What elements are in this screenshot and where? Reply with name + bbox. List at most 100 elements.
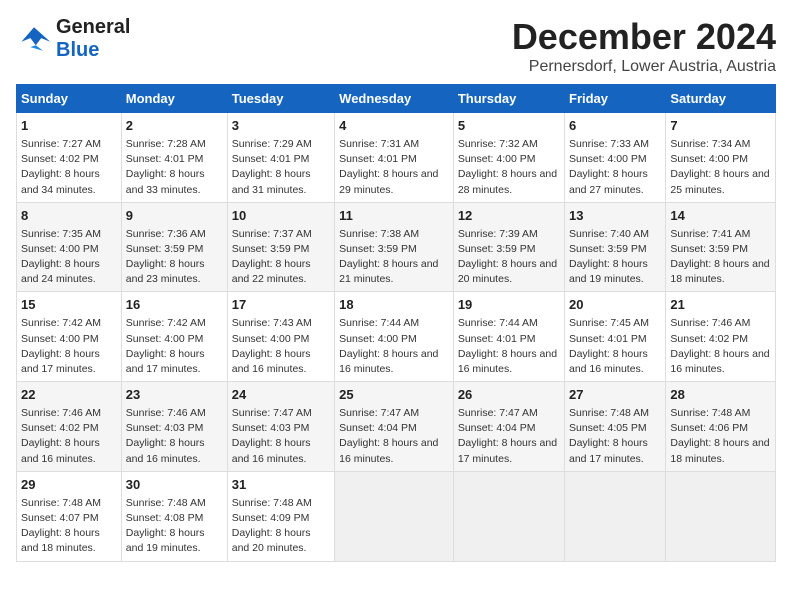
day-number: 30 xyxy=(126,476,223,495)
calendar-cell: 27Sunrise: 7:48 AMSunset: 4:05 PMDayligh… xyxy=(565,382,666,472)
day-info: Sunrise: 7:38 AMSunset: 3:59 PMDaylight:… xyxy=(339,228,438,286)
header-day-monday: Monday xyxy=(121,85,227,113)
day-info: Sunrise: 7:42 AMSunset: 4:00 PMDaylight:… xyxy=(21,317,101,375)
day-info: Sunrise: 7:29 AMSunset: 4:01 PMDaylight:… xyxy=(232,138,312,196)
day-info: Sunrise: 7:34 AMSunset: 4:00 PMDaylight:… xyxy=(670,138,769,196)
calendar-cell: 10Sunrise: 7:37 AMSunset: 3:59 PMDayligh… xyxy=(227,202,334,292)
calendar-cell: 19 Sunrise: 7:44 AMSunset: 4:01 PMDayligh… xyxy=(453,292,564,382)
day-number: 29 xyxy=(21,476,117,495)
calendar-cell: 29 Sunrise: 7:48 AMSunset: 4:07 PMDayligh… xyxy=(17,471,122,561)
day-number: 27 xyxy=(569,386,661,405)
page-title: December 2024 xyxy=(512,16,776,58)
calendar-cell: 6Sunrise: 7:33 AMSunset: 4:00 PMDaylight… xyxy=(565,113,666,203)
day-info: Sunrise: 7:46 AMSunset: 4:02 PMDaylight:… xyxy=(670,317,769,375)
day-info: Sunrise: 7:46 AMSunset: 4:03 PMDaylight:… xyxy=(126,407,206,465)
day-info: Sunrise: 7:48 AMSunset: 4:07 PMDaylight:… xyxy=(21,497,101,555)
day-info: Sunrise: 7:44 AMSunset: 4:00 PMDaylight:… xyxy=(339,317,438,375)
day-number: 5 xyxy=(458,117,560,136)
day-number: 19 xyxy=(458,296,560,315)
calendar-cell: 31 Sunrise: 7:48 AMSunset: 4:09 PMDayligh… xyxy=(227,471,334,561)
day-number: 28 xyxy=(670,386,771,405)
logo-general: General xyxy=(56,16,130,38)
calendar-cell: 17Sunrise: 7:43 AMSunset: 4:00 PMDayligh… xyxy=(227,292,334,382)
day-number: 8 xyxy=(21,207,117,226)
day-number: 11 xyxy=(339,207,449,226)
day-number: 9 xyxy=(126,207,223,226)
calendar-cell: 20Sunrise: 7:45 AMSunset: 4:01 PMDayligh… xyxy=(565,292,666,382)
day-number: 26 xyxy=(458,386,560,405)
page-header: General Blue December 2024 Pernersdorf, … xyxy=(16,16,776,76)
day-number: 6 xyxy=(569,117,661,136)
day-info: Sunrise: 7:48 AMSunset: 4:09 PMDaylight:… xyxy=(232,497,312,555)
calendar-cell: 26 Sunrise: 7:47 AMSunset: 4:04 PMDayligh… xyxy=(453,382,564,472)
day-number: 4 xyxy=(339,117,449,136)
calendar-cell: 25 Sunrise: 7:47 AMSunset: 4:04 PMDayligh… xyxy=(335,382,454,472)
calendar-cell: 12Sunrise: 7:39 AMSunset: 3:59 PMDayligh… xyxy=(453,202,564,292)
header-day-sunday: Sunday xyxy=(17,85,122,113)
calendar-cell xyxy=(335,471,454,561)
day-info: Sunrise: 7:31 AMSunset: 4:01 PMDaylight:… xyxy=(339,138,438,196)
day-number: 3 xyxy=(232,117,330,136)
calendar-cell: 8Sunrise: 7:35 AMSunset: 4:00 PMDaylight… xyxy=(17,202,122,292)
calendar-cell: 4 Sunrise: 7:31 AMSunset: 4:01 PMDaylight… xyxy=(335,113,454,203)
day-info: Sunrise: 7:47 AMSunset: 4:04 PMDaylight:… xyxy=(339,407,438,465)
calendar-cell: 22 Sunrise: 7:46 AMSunset: 4:02 PMDayligh… xyxy=(17,382,122,472)
day-info: Sunrise: 7:47 AMSunset: 4:03 PMDaylight:… xyxy=(232,407,312,465)
week-row-5: 29 Sunrise: 7:48 AMSunset: 4:07 PMDayligh… xyxy=(17,471,776,561)
calendar-cell: 2 Sunrise: 7:28 AMSunset: 4:01 PMDaylight… xyxy=(121,113,227,203)
header-day-thursday: Thursday xyxy=(453,85,564,113)
calendar-cell: 11 Sunrise: 7:38 AMSunset: 3:59 PMDayligh… xyxy=(335,202,454,292)
calendar-cell: 3 Sunrise: 7:29 AMSunset: 4:01 PMDaylight… xyxy=(227,113,334,203)
day-info: Sunrise: 7:46 AMSunset: 4:02 PMDaylight:… xyxy=(21,407,101,465)
week-row-4: 22 Sunrise: 7:46 AMSunset: 4:02 PMDayligh… xyxy=(17,382,776,472)
day-number: 14 xyxy=(670,207,771,226)
day-info: Sunrise: 7:48 AMSunset: 4:06 PMDaylight:… xyxy=(670,407,769,465)
calendar-cell: 13Sunrise: 7:40 AMSunset: 3:59 PMDayligh… xyxy=(565,202,666,292)
day-info: Sunrise: 7:32 AMSunset: 4:00 PMDaylight:… xyxy=(458,138,557,196)
calendar-cell xyxy=(453,471,564,561)
header-row: SundayMondayTuesdayWednesdayThursdayFrid… xyxy=(17,85,776,113)
header-day-wednesday: Wednesday xyxy=(335,85,454,113)
calendar-cell: 28 Sunrise: 7:48 AMSunset: 4:06 PMDayligh… xyxy=(666,382,776,472)
day-info: Sunrise: 7:47 AMSunset: 4:04 PMDaylight:… xyxy=(458,407,557,465)
day-number: 31 xyxy=(232,476,330,495)
calendar-cell xyxy=(666,471,776,561)
day-number: 20 xyxy=(569,296,661,315)
calendar-cell: 14Sunrise: 7:41 AMSunset: 3:59 PMDayligh… xyxy=(666,202,776,292)
day-number: 1 xyxy=(21,117,117,136)
day-info: Sunrise: 7:37 AMSunset: 3:59 PMDaylight:… xyxy=(232,228,312,286)
calendar-cell: 15Sunrise: 7:42 AMSunset: 4:00 PMDayligh… xyxy=(17,292,122,382)
day-number: 22 xyxy=(21,386,117,405)
day-info: Sunrise: 7:44 AMSunset: 4:01 PMDaylight:… xyxy=(458,317,557,375)
day-number: 25 xyxy=(339,386,449,405)
day-number: 7 xyxy=(670,117,771,136)
day-info: Sunrise: 7:43 AMSunset: 4:00 PMDaylight:… xyxy=(232,317,312,375)
logo-blue: Blue xyxy=(56,39,99,61)
header-day-saturday: Saturday xyxy=(666,85,776,113)
calendar-cell: 5 Sunrise: 7:32 AMSunset: 4:00 PMDaylight… xyxy=(453,113,564,203)
day-number: 13 xyxy=(569,207,661,226)
page-subtitle: Pernersdorf, Lower Austria, Austria xyxy=(512,58,776,76)
title-block: December 2024 Pernersdorf, Lower Austria… xyxy=(512,16,776,76)
calendar-cell: 7 Sunrise: 7:34 AMSunset: 4:00 PMDaylight… xyxy=(666,113,776,203)
day-info: Sunrise: 7:39 AMSunset: 3:59 PMDaylight:… xyxy=(458,228,557,286)
day-info: Sunrise: 7:42 AMSunset: 4:00 PMDaylight:… xyxy=(126,317,206,375)
day-number: 2 xyxy=(126,117,223,136)
header-day-friday: Friday xyxy=(565,85,666,113)
day-info: Sunrise: 7:28 AMSunset: 4:01 PMDaylight:… xyxy=(126,138,206,196)
calendar-cell: 21Sunrise: 7:46 AMSunset: 4:02 PMDayligh… xyxy=(666,292,776,382)
week-row-1: 1 Sunrise: 7:27 AMSunset: 4:02 PMDaylight… xyxy=(17,113,776,203)
day-number: 18 xyxy=(339,296,449,315)
calendar-table: SundayMondayTuesdayWednesdayThursdayFrid… xyxy=(16,84,776,562)
calendar-cell: 16Sunrise: 7:42 AMSunset: 4:00 PMDayligh… xyxy=(121,292,227,382)
day-info: Sunrise: 7:48 AMSunset: 4:08 PMDaylight:… xyxy=(126,497,206,555)
calendar-cell: 24 Sunrise: 7:47 AMSunset: 4:03 PMDayligh… xyxy=(227,382,334,472)
logo: General Blue xyxy=(16,16,130,62)
week-row-3: 15Sunrise: 7:42 AMSunset: 4:00 PMDayligh… xyxy=(17,292,776,382)
day-number: 24 xyxy=(232,386,330,405)
calendar-cell: 9 Sunrise: 7:36 AMSunset: 3:59 PMDaylight… xyxy=(121,202,227,292)
day-info: Sunrise: 7:36 AMSunset: 3:59 PMDaylight:… xyxy=(126,228,206,286)
day-info: Sunrise: 7:27 AMSunset: 4:02 PMDaylight:… xyxy=(21,138,101,196)
calendar-cell: 18 Sunrise: 7:44 AMSunset: 4:00 PMDayligh… xyxy=(335,292,454,382)
week-row-2: 8Sunrise: 7:35 AMSunset: 4:00 PMDaylight… xyxy=(17,202,776,292)
